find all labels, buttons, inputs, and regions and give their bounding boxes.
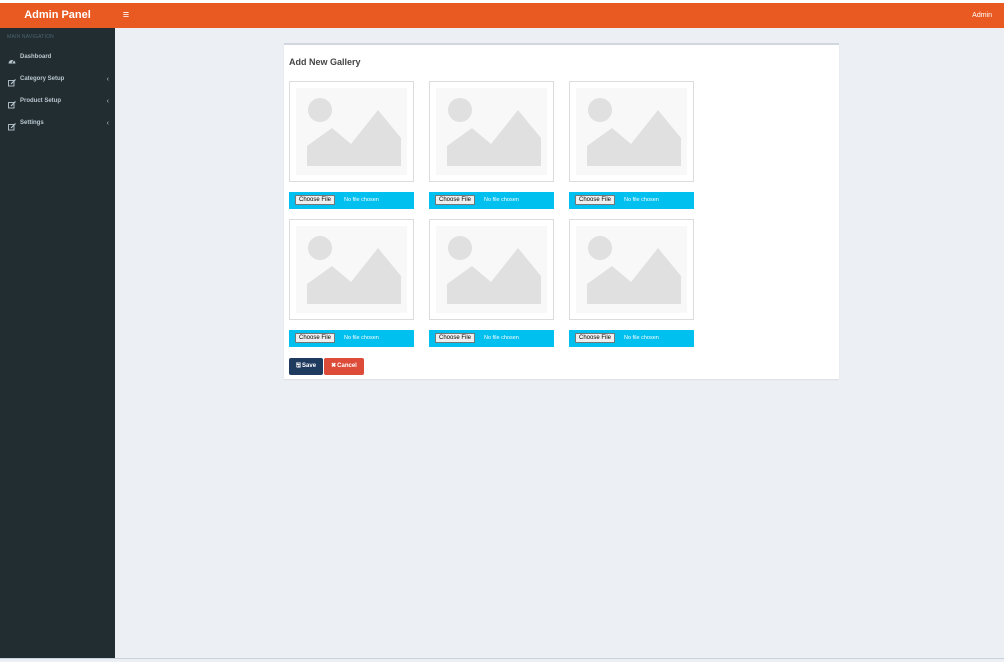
sidebar-item-label: Dashboard xyxy=(20,54,52,60)
floppy-disk-icon: 🖫 xyxy=(295,363,302,369)
file-input-6[interactable]: Choose File No file chosen xyxy=(569,330,694,347)
top-navbar: Admin Panel ≡ Admin xyxy=(0,3,1004,28)
save-label: Save xyxy=(302,363,317,369)
file-input-2[interactable]: Choose File No file chosen xyxy=(429,192,554,209)
choose-file-button[interactable]: Choose File xyxy=(435,333,476,343)
chevron-left-icon: ‹ xyxy=(106,120,109,127)
sidebar-item-dashboard[interactable]: Dashboard xyxy=(0,48,115,66)
image-preview-6 xyxy=(569,219,694,320)
page-title: Add New Gallery xyxy=(289,57,361,67)
choose-file-button[interactable]: Choose File xyxy=(575,195,616,205)
save-button[interactable]: 🖫Save xyxy=(289,358,323,375)
image-preview-2 xyxy=(429,81,554,182)
bottom-edge xyxy=(0,658,1004,662)
close-icon: ✖ xyxy=(331,363,337,369)
image-preview-5 xyxy=(429,219,554,320)
image-placeholder-icon xyxy=(587,236,681,304)
image-placeholder-icon xyxy=(447,236,541,304)
file-status: No file chosen xyxy=(484,197,519,203)
sidebar-item-label: Product Setup xyxy=(20,98,62,104)
file-status: No file chosen xyxy=(624,335,659,341)
image-preview-4 xyxy=(289,219,414,320)
image-placeholder-icon xyxy=(307,98,401,166)
edit-icon xyxy=(8,96,16,109)
dashboard-icon xyxy=(8,52,16,64)
chevron-left-icon: ‹ xyxy=(106,98,109,105)
sidebar: MAIN NAVIGATION Dashboard Category Setup… xyxy=(0,28,115,662)
hamburger-icon[interactable]: ≡ xyxy=(120,3,132,28)
cancel-label: Cancel xyxy=(337,363,357,369)
sidebar-item-settings[interactable]: Settings ‹ xyxy=(0,114,115,132)
sidebar-header: MAIN NAVIGATION xyxy=(7,34,54,40)
sidebar-item-label: Category Setup xyxy=(20,76,65,82)
file-input-5[interactable]: Choose File No file chosen xyxy=(429,330,554,347)
image-placeholder-icon xyxy=(447,98,541,166)
sidebar-item-product-setup[interactable]: Product Setup ‹ xyxy=(0,92,115,110)
choose-file-button[interactable]: Choose File xyxy=(295,333,336,343)
sidebar-item-label: Settings xyxy=(20,120,44,126)
edit-icon xyxy=(8,118,16,131)
chevron-left-icon: ‹ xyxy=(106,76,109,83)
cancel-button[interactable]: ✖Cancel xyxy=(324,358,364,375)
file-status: No file chosen xyxy=(484,335,519,341)
image-preview-3 xyxy=(569,81,694,182)
user-menu[interactable]: Admin xyxy=(972,3,992,28)
edit-icon xyxy=(8,74,16,87)
file-input-1[interactable]: Choose File No file chosen xyxy=(289,192,414,209)
image-preview-1 xyxy=(289,81,414,182)
choose-file-button[interactable]: Choose File xyxy=(435,195,476,205)
file-status: No file chosen xyxy=(624,197,659,203)
choose-file-button[interactable]: Choose File xyxy=(575,333,616,343)
file-status: No file chosen xyxy=(344,335,379,341)
file-status: No file chosen xyxy=(344,197,379,203)
file-input-3[interactable]: Choose File No file chosen xyxy=(569,192,694,209)
choose-file-button[interactable]: Choose File xyxy=(295,195,336,205)
image-placeholder-icon xyxy=(587,98,681,166)
image-placeholder-icon xyxy=(307,236,401,304)
app-logo[interactable]: Admin Panel xyxy=(0,3,115,28)
sidebar-item-category-setup[interactable]: Category Setup ‹ xyxy=(0,70,115,88)
file-input-4[interactable]: Choose File No file chosen xyxy=(289,330,414,347)
